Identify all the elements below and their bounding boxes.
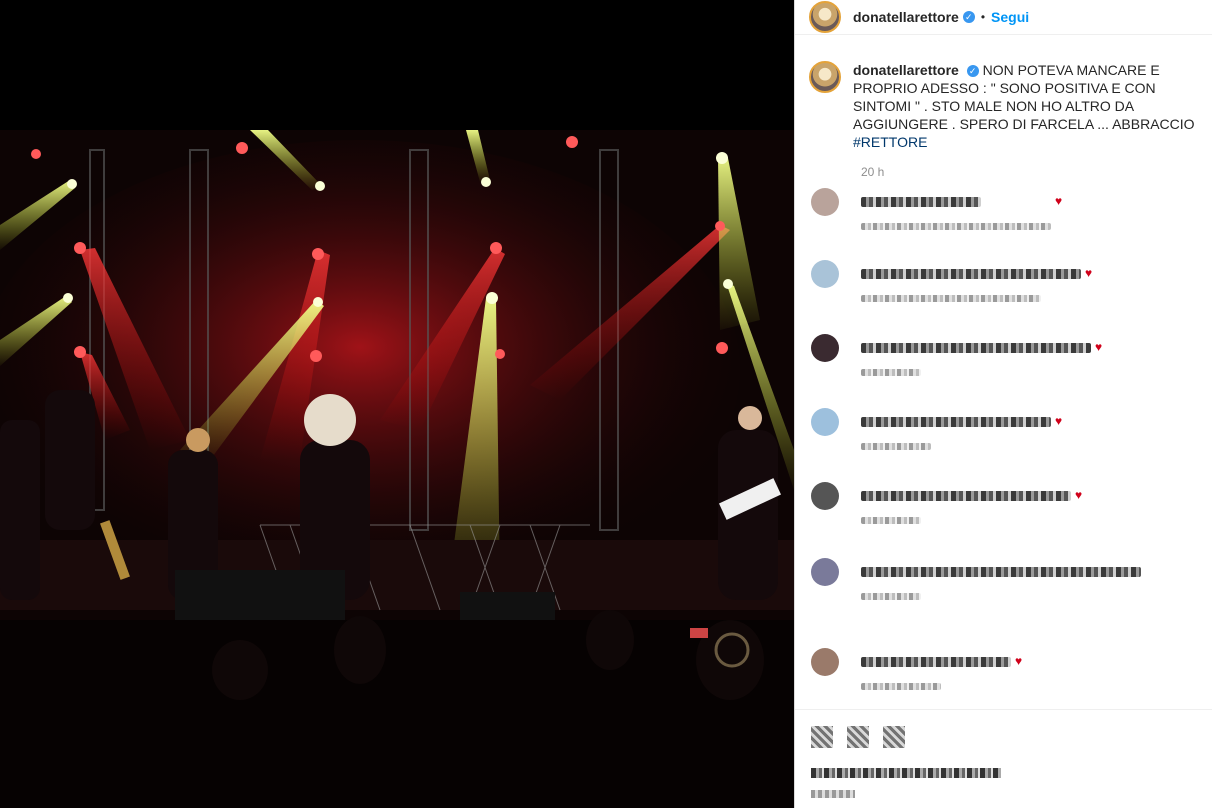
author-username[interactable]: donatellarettore xyxy=(853,9,959,25)
heart-icon: ♥ xyxy=(1075,488,1083,502)
verified-icon: ✓ xyxy=(966,65,979,78)
comment-text-redacted xyxy=(861,657,1011,667)
heart-icon: ♥ xyxy=(1095,340,1103,354)
comment-text-redacted xyxy=(861,567,1141,577)
commenter-avatar[interactable] xyxy=(811,482,839,510)
instagram-post-view: donatellarettore ✓ • Segui donatellarett… xyxy=(0,0,1212,808)
heart-icon: ♥ xyxy=(1085,266,1093,280)
post-sidebar: donatellarettore ✓ • Segui donatellarett… xyxy=(794,0,1212,808)
comment-item: ♥ xyxy=(811,334,1102,376)
hashtag-link[interactable]: #RETTORE xyxy=(853,134,927,150)
heart-icon: ♥ xyxy=(1055,194,1063,208)
heart-icon: ♥ xyxy=(1015,654,1023,668)
post-date-redacted xyxy=(811,790,855,798)
comment-item: ♥ xyxy=(811,260,1092,302)
commenter-avatar[interactable] xyxy=(811,260,839,288)
caption-block: donatellarettore ✓ NON POTEVA MANCARE E … xyxy=(795,35,1212,151)
heart-icon: ♥ xyxy=(1055,414,1063,428)
post-header: donatellarettore ✓ • Segui xyxy=(795,0,1212,35)
caption-text: donatellarettore ✓ NON POTEVA MANCARE E … xyxy=(853,61,1200,151)
post-actions xyxy=(811,726,905,748)
comment-text-redacted xyxy=(861,343,1091,353)
concert-photo xyxy=(0,130,794,808)
heart-icon[interactable] xyxy=(811,726,833,748)
follow-button[interactable]: Segui xyxy=(991,9,1029,25)
share-icon[interactable] xyxy=(883,726,905,748)
likes-count-redacted[interactable] xyxy=(811,768,1001,778)
comment-meta-redacted xyxy=(861,517,921,524)
comment-meta-redacted xyxy=(861,683,941,690)
comment-meta-redacted xyxy=(861,593,921,600)
comment-text-redacted xyxy=(861,269,1081,279)
comment-item: ♥ xyxy=(811,408,1062,450)
comment-icon[interactable] xyxy=(847,726,869,748)
comment-item: ♥ xyxy=(811,188,1062,230)
comment-meta-redacted xyxy=(861,369,921,376)
comment-text-redacted xyxy=(861,491,1071,501)
actions-divider xyxy=(795,709,1212,710)
commenter-avatar[interactable] xyxy=(811,334,839,362)
commenter-avatar[interactable] xyxy=(811,558,839,586)
separator-dot: • xyxy=(980,10,986,24)
commenter-avatar[interactable] xyxy=(811,408,839,436)
post-media[interactable] xyxy=(0,0,794,808)
comment-item: ♥ xyxy=(811,482,1082,524)
author-avatar[interactable] xyxy=(809,1,841,33)
comment-text-redacted xyxy=(861,417,1051,427)
caption-avatar[interactable] xyxy=(809,61,841,93)
comment-text-redacted xyxy=(861,197,981,207)
caption-username[interactable]: donatellarettore xyxy=(853,62,959,78)
comment-meta-redacted xyxy=(861,295,1041,302)
concert-photo-image xyxy=(0,130,794,808)
comment-item xyxy=(811,558,1141,600)
comments-list[interactable]: ♥ ♥ ♥ ♥ ♥ ♥ xyxy=(795,172,1212,706)
comment-meta-redacted xyxy=(861,443,931,450)
commenter-avatar[interactable] xyxy=(811,188,839,216)
comment-item: ♥ xyxy=(811,648,1022,690)
commenter-avatar[interactable] xyxy=(811,648,839,676)
comment-meta-redacted xyxy=(861,223,1051,230)
verified-icon: ✓ xyxy=(962,11,975,23)
